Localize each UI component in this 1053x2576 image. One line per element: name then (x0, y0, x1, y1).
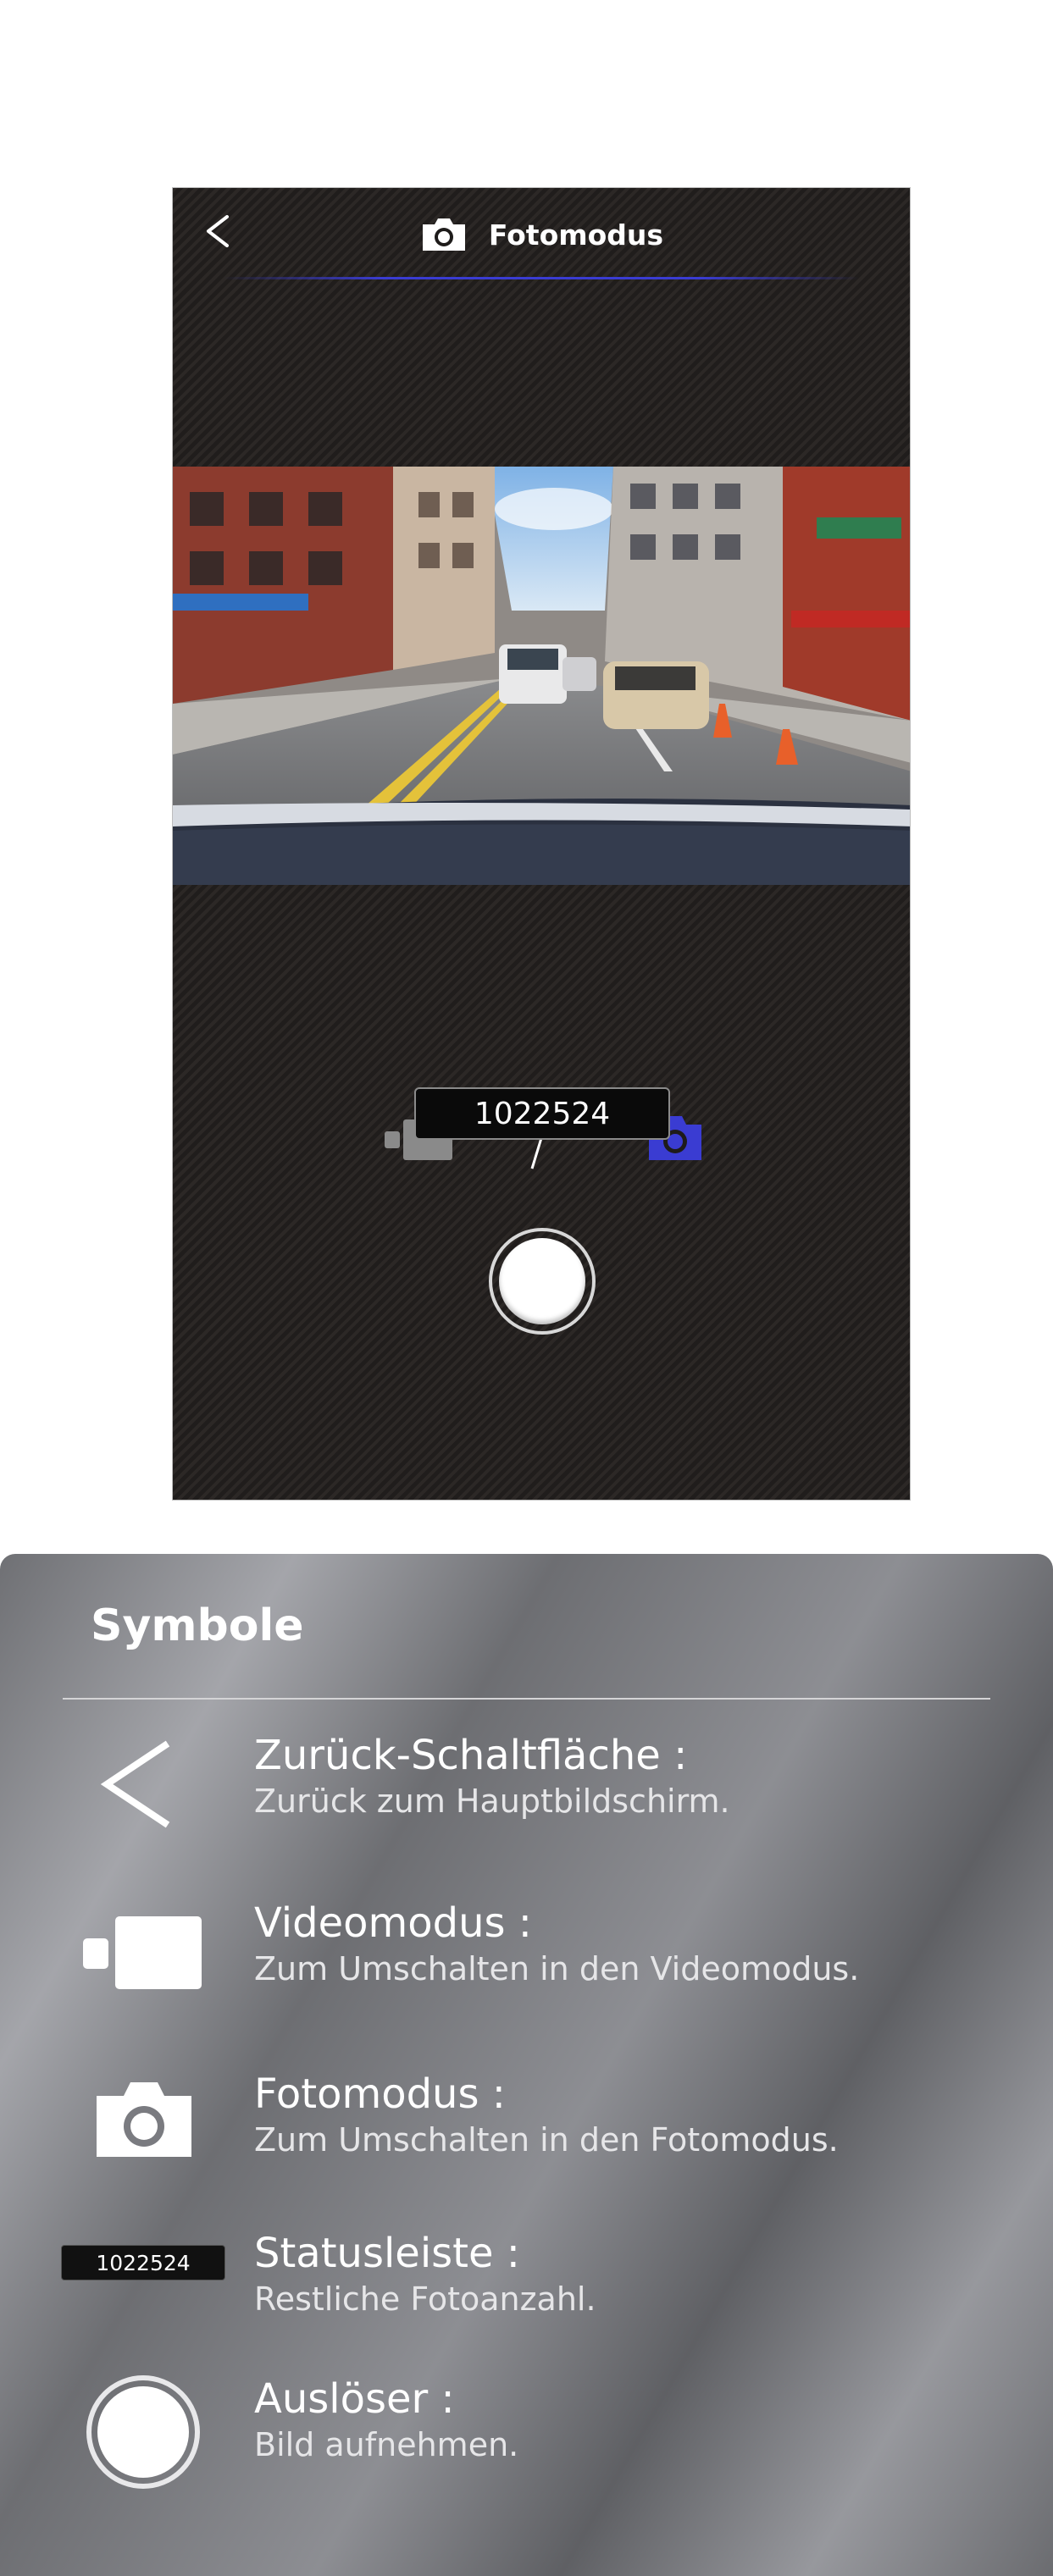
top-bar: Fotomodus (173, 188, 910, 283)
legend-item-title: Videomodus : (254, 1899, 532, 1947)
title-underline (224, 277, 859, 279)
legend-item-desc: Zurück zum Hauptbildschirm. (254, 1783, 730, 1820)
status-counter: 1022524 (414, 1087, 670, 1140)
legend-item-desc: Zum Umschalten in den Fotomodus. (254, 2121, 839, 2159)
legend-panel: Symbole Zurück-Schaltfläche : Zurück zum… (0, 1554, 1053, 2576)
legend-item-title: Zurück-Schaltfläche : (254, 1732, 688, 1779)
phone-screen: Fotomodus 1022524 (172, 187, 911, 1501)
shutter-button[interactable] (489, 1228, 596, 1335)
shutter-icon (86, 2375, 200, 2489)
legend-item-title: Auslöser : (254, 2375, 455, 2423)
status-bar-icon: 1022524 (61, 2245, 225, 2280)
legend-item-desc: Restliche Fotoanzahl. (254, 2280, 596, 2318)
legend-item-desc: Bild aufnehmen. (254, 2426, 519, 2463)
legend-item-title: Fotomodus : (254, 2070, 506, 2118)
legend-divider (63, 1698, 990, 1700)
camera-icon (422, 218, 465, 251)
shutter-inner (499, 1238, 585, 1324)
page-title: Fotomodus (488, 218, 664, 252)
legend-item-desc: Zum Umschalten in den Videomodus. (254, 1950, 860, 1987)
video-camera-icon (83, 1916, 202, 1989)
back-chevron-icon (100, 1740, 170, 1828)
legend-item-title: Statusleiste : (254, 2230, 520, 2277)
camera-icon (97, 2082, 191, 2157)
title-area: Fotomodus (173, 213, 910, 256)
camera-preview (173, 467, 910, 885)
legend-title: Symbole (91, 1600, 304, 1651)
